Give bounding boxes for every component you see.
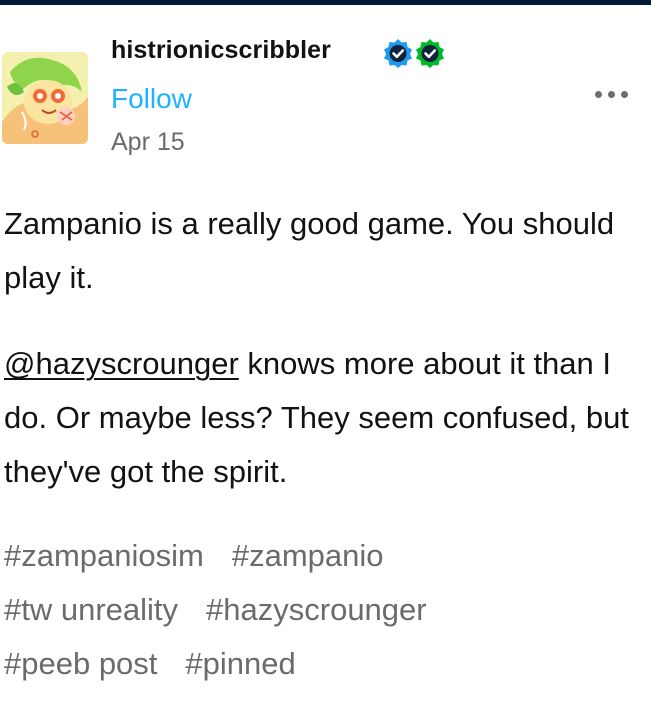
verified-check-icon[interactable] — [383, 38, 413, 68]
avatar-image — [2, 52, 88, 144]
post-date[interactable]: Apr 15 — [111, 128, 185, 157]
tag-link[interactable]: #tw unreality — [4, 583, 178, 637]
tag-row: #tw unreality #hazyscrounger — [4, 583, 644, 637]
tag-row: #zampaniosim #zampanio — [4, 529, 644, 583]
tag-link[interactable]: #peeb post — [4, 637, 157, 691]
post-paragraph: Zampanio is a really good game. You shou… — [4, 206, 615, 295]
tag-link[interactable]: #zampanio — [232, 529, 384, 583]
verified-check-icon[interactable] — [415, 38, 445, 68]
post-paragraph: @hazyscrounger knows more about it than … — [4, 337, 644, 499]
username[interactable]: histrionicscribbler — [111, 36, 331, 65]
tag-link[interactable]: #hazyscrounger — [206, 583, 427, 637]
tag-link[interactable]: #zampaniosim — [4, 529, 204, 583]
follow-button[interactable]: Follow — [111, 83, 192, 115]
tag-row: #peeb post #pinned — [4, 637, 644, 691]
post-card: histrionicscribbler Follow Apr 15 Zampan… — [0, 5, 651, 720]
tag-list: #zampaniosim #zampanio #tw unreality #ha… — [4, 529, 644, 691]
badges — [383, 38, 445, 68]
tag-link[interactable]: #pinned — [185, 637, 295, 691]
avatar[interactable] — [2, 52, 88, 144]
more-options-icon[interactable] — [586, 82, 636, 106]
user-mention-link[interactable]: @hazyscrounger — [4, 346, 239, 381]
